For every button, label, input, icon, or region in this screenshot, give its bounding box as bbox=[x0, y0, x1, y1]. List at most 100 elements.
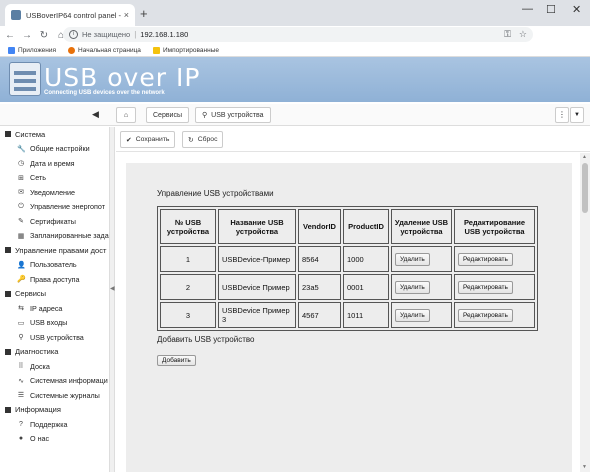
cell-name: USBDevice Пример bbox=[218, 274, 296, 300]
usb-port-icon: ▭ bbox=[17, 319, 25, 327]
checkmark-icon: ✔ bbox=[126, 136, 132, 144]
sidebar-item-label: Системная информаци bbox=[30, 376, 108, 386]
sidebar-item-label: Запланированные зада bbox=[30, 231, 109, 241]
table-row: 3 USBDevice Пример 3 4567 1011 Удалить Редакт… bbox=[160, 302, 535, 328]
content-scrollbar[interactable]: ▲ ▼ bbox=[580, 153, 590, 472]
sidebar-item-label: USB устройства bbox=[30, 332, 84, 342]
edit-button[interactable]: Редактировать bbox=[458, 308, 513, 322]
collapse-sidebar-icon[interactable]: ◀ bbox=[92, 109, 99, 120]
usb-icon: ⚲ bbox=[18, 334, 24, 342]
col-product: ProductID bbox=[343, 209, 389, 244]
sidebar-item-3-2[interactable]: ☰ Системные журналы bbox=[0, 388, 109, 403]
breadcrumb-services[interactable]: Сервисы bbox=[146, 107, 190, 123]
info-icon[interactable]: i bbox=[69, 30, 78, 39]
edit-button[interactable]: Редактировать bbox=[458, 252, 513, 266]
sidebar-section-0[interactable]: Система bbox=[0, 127, 109, 142]
delete-button[interactable]: Удалить bbox=[395, 252, 430, 266]
collapse-square-icon bbox=[5, 131, 11, 138]
key-icon[interactable]: ⚿ bbox=[504, 29, 511, 40]
tab-title: USBoverIP64 control panel - USB bbox=[26, 10, 121, 20]
star-icon[interactable]: ☆ bbox=[519, 29, 527, 40]
sidebar-item-4-1[interactable]: ● О нас bbox=[0, 432, 109, 447]
action-toolbar: ✔ Сохранить ↻ Сброс bbox=[116, 127, 590, 152]
bookmark-apps[interactable]: Приложения bbox=[8, 46, 56, 54]
reload-icon[interactable]: ↻ bbox=[37, 30, 51, 41]
table-row: 2 USBDevice Пример 23a5 0001 Удалить Редактир… bbox=[160, 274, 535, 300]
sidebar-section-3[interactable]: Диагностика bbox=[0, 345, 109, 360]
sidebar-item-2-2[interactable]: ⚲ USB устройства bbox=[0, 330, 109, 345]
dropdown-icon[interactable]: ▼ bbox=[570, 107, 584, 123]
sidebar-item-0-3[interactable]: ✉ Уведомление bbox=[0, 185, 109, 200]
refresh-icon: ↻ bbox=[188, 136, 194, 144]
sidebar-item-label: Общие настройки bbox=[30, 144, 90, 154]
minimize-icon[interactable]: — bbox=[522, 3, 533, 15]
options-icon[interactable]: ⋮ bbox=[555, 107, 569, 123]
sidebar-item-label: IP адреса bbox=[30, 303, 63, 313]
tab-close-icon[interactable]: × bbox=[124, 10, 129, 20]
sidebar-item-1-1[interactable]: 🔑 Права доступа bbox=[0, 272, 109, 287]
save-button[interactable]: ✔ Сохранить bbox=[120, 131, 176, 148]
collapse-square-icon bbox=[5, 348, 11, 355]
sidebar-item-1-0[interactable]: 👤 Пользователь bbox=[0, 258, 109, 273]
cell-number: 3 bbox=[160, 302, 216, 328]
cell-edit: Редактировать bbox=[454, 302, 535, 328]
collapse-square-icon bbox=[5, 247, 11, 254]
reset-button[interactable]: ↻ Сброс bbox=[182, 131, 224, 148]
sidebar-section-4[interactable]: Информация bbox=[0, 403, 109, 418]
new-tab-button[interactable]: + bbox=[140, 6, 148, 21]
sidebar-resizer[interactable]: ◀ bbox=[110, 127, 115, 472]
cell-vendor: 4567 bbox=[298, 302, 341, 328]
resize-arrow-icon: ◀ bbox=[110, 286, 115, 292]
sidebar-item-label: Пользователь bbox=[30, 260, 77, 270]
bookmark-imported[interactable]: Импортированные bbox=[152, 46, 219, 54]
sidebar-item-2-1[interactable]: ▭ USB входы bbox=[0, 316, 109, 331]
scroll-up-icon[interactable]: ▲ bbox=[582, 154, 587, 160]
sidebar-section-1[interactable]: Управление правами дост bbox=[0, 243, 109, 258]
sidebar-item-3-1[interactable]: ∿ Системная информаци bbox=[0, 374, 109, 389]
main-content: Управление USB устройствами № USB устрой… bbox=[116, 153, 580, 472]
bookmarks-bar: Приложения Начальная страница Импортиров… bbox=[0, 44, 590, 57]
cell-product: 1000 bbox=[343, 246, 389, 272]
url-input[interactable]: i Не защищено | 192.168.1.180 ⚿ ☆ bbox=[63, 27, 533, 42]
sidebar-item-2-0[interactable]: ⇆ IP адреса bbox=[0, 301, 109, 316]
add-device-button[interactable]: Добавить bbox=[157, 355, 196, 366]
bookmark-home[interactable]: Начальная страница bbox=[68, 46, 141, 54]
home-crumb-icon[interactable]: ⌂ bbox=[116, 107, 136, 123]
delete-button[interactable]: Удалить bbox=[395, 280, 430, 294]
sidebar-item-3-0[interactable]: ⠿ Доска bbox=[0, 359, 109, 374]
sidebar-item-0-6[interactable]: ▦ Запланированные зада bbox=[0, 229, 109, 244]
breadcrumb-usb-devices[interactable]: ⚲ USB устройства bbox=[195, 107, 271, 123]
sidebar-item-0-1[interactable]: ◷ Дата и время bbox=[0, 156, 109, 171]
sidebar-section-2[interactable]: Сервисы bbox=[0, 287, 109, 302]
sidebar-item-0-5[interactable]: ✎ Сертификаты bbox=[0, 214, 109, 229]
key-icon: 🔑 bbox=[17, 276, 26, 284]
sidebar-item-0-0[interactable]: 🔧 Общие настройки bbox=[0, 142, 109, 157]
col-edit: Редактирование USB устройства bbox=[454, 209, 535, 244]
browser-tab[interactable]: USBoverIP64 control panel - USB × bbox=[5, 4, 135, 26]
network-icon: ⊞ bbox=[18, 174, 24, 182]
scroll-down-icon[interactable]: ▼ bbox=[582, 464, 587, 470]
site-header: USB over IP Connecting USB devices over … bbox=[0, 57, 590, 102]
edit-button[interactable]: Редактировать bbox=[458, 280, 513, 294]
maximize-icon[interactable]: ☐ bbox=[546, 3, 556, 16]
add-device-title: Добавить USB устройство bbox=[157, 335, 255, 344]
sidebar-item-label: Сертификаты bbox=[30, 216, 76, 226]
delete-button[interactable]: Удалить bbox=[395, 308, 430, 322]
chart-icon: ∿ bbox=[18, 377, 24, 385]
col-name: Название USB устройства bbox=[218, 209, 296, 244]
back-icon[interactable]: ← bbox=[3, 30, 17, 41]
sidebar-item-0-4[interactable]: ⏻ Управление энергопот bbox=[0, 200, 109, 215]
cell-product: 1011 bbox=[343, 302, 389, 328]
usb-icon: ⚲ bbox=[202, 112, 208, 119]
sidebar-item-label: О нас bbox=[30, 434, 50, 444]
forward-icon[interactable]: → bbox=[20, 30, 34, 41]
sidebar-item-label: USB входы bbox=[30, 318, 68, 328]
sidebar-item-0-2[interactable]: ⊞ Сеть bbox=[0, 171, 109, 186]
close-window-icon[interactable]: ✕ bbox=[572, 3, 581, 16]
brand-tagline: Connecting USB devices over the network bbox=[44, 90, 165, 96]
sidebar-item-4-0[interactable]: ? Поддержка bbox=[0, 417, 109, 432]
scroll-thumb[interactable] bbox=[582, 163, 588, 213]
cell-product: 0001 bbox=[343, 274, 389, 300]
apps-icon bbox=[8, 46, 15, 54]
collapse-square-icon bbox=[5, 290, 11, 297]
